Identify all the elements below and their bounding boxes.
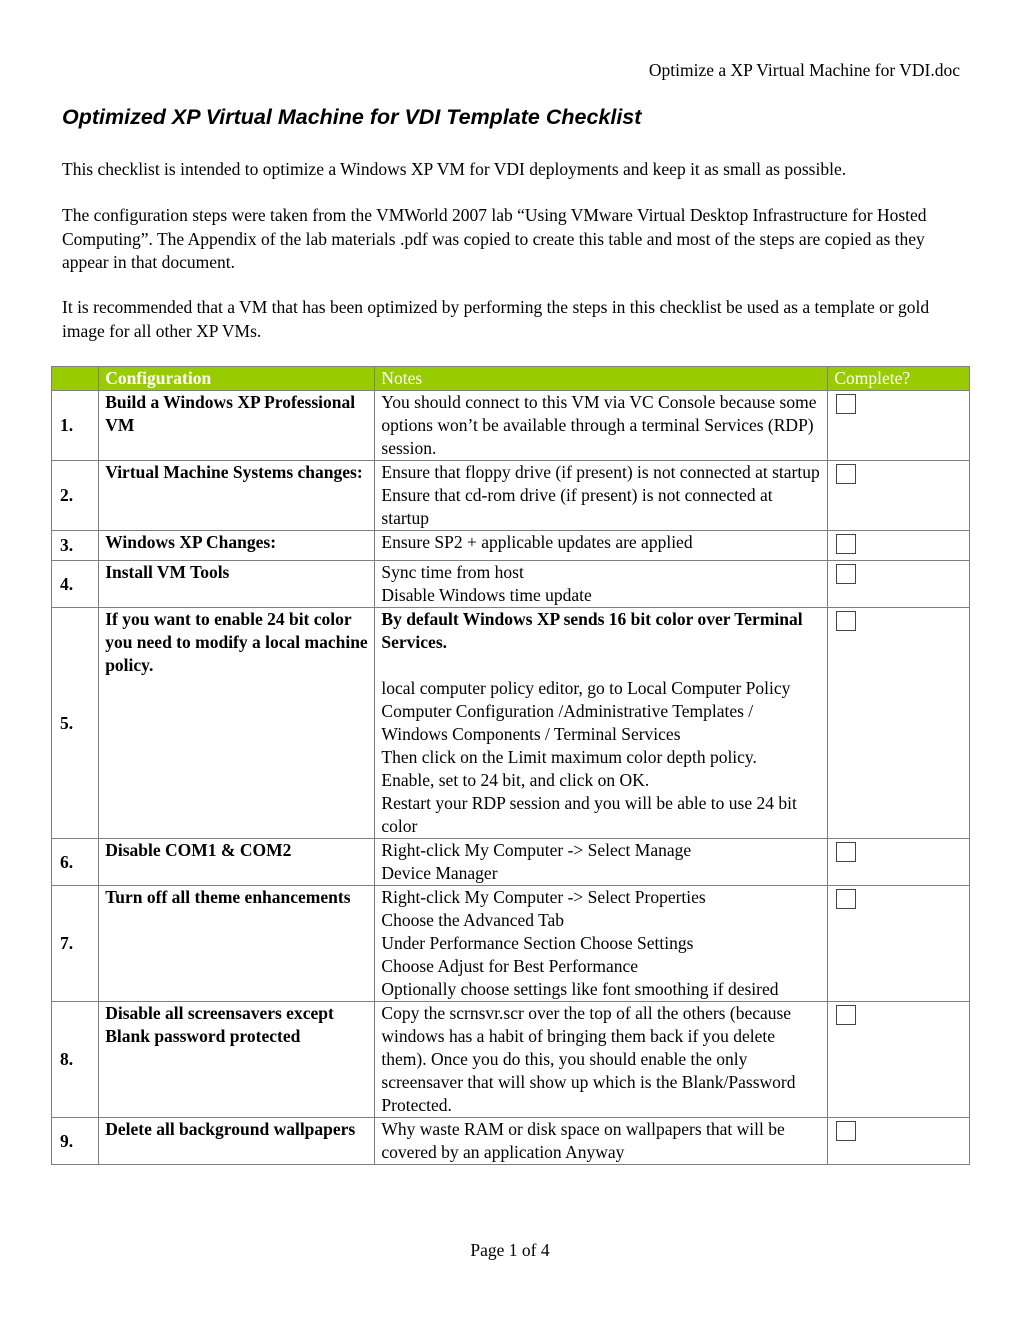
checklist-table: Configuration Notes Complete? 1. Build a … bbox=[50, 366, 970, 1165]
complete-checkbox[interactable] bbox=[836, 534, 857, 554]
document-header: Optimize a XP Virtual Machine for VDI.do… bbox=[648, 60, 960, 80]
intro-paragraph: It is recommended that a VM that has bee… bbox=[62, 297, 930, 341]
notes-line: Enable, set to 24 bit, and click on OK. bbox=[381, 770, 650, 790]
complete-checkbox[interactable] bbox=[836, 1005, 857, 1025]
step-configuration: Disable COM1 & COM2 bbox=[98, 838, 376, 886]
notes-line: Optionally choose settings like font smo… bbox=[381, 979, 779, 999]
step-configuration: Install VM Tools bbox=[98, 560, 376, 608]
step-number: 9. bbox=[50, 1117, 100, 1165]
notes-line: Sync time from host bbox=[381, 562, 524, 582]
table-row: 5. If you want to enable 24 bit color you… bbox=[50, 607, 970, 839]
intro-paragraph: This checklist is intended to optimize a… bbox=[62, 159, 847, 179]
complete-cell bbox=[827, 838, 970, 886]
step-notes: Why waste RAM or disk space on wallpaper… bbox=[374, 1117, 829, 1165]
step-notes: By default Windows XP sends 16 bit color… bbox=[374, 607, 829, 839]
complete-cell bbox=[827, 885, 970, 1002]
column-header-number bbox=[50, 366, 100, 391]
step-notes: Copy the scrnsvr.scr over the top of all… bbox=[374, 1001, 829, 1118]
notes-line: Computer Configuration /Administrative T… bbox=[381, 701, 754, 744]
table-row: 7. Turn off all theme enhancements Right-c… bbox=[50, 885, 970, 1002]
column-header-complete: Complete? bbox=[827, 366, 970, 391]
notes-line: Choose Adjust for Best Performance bbox=[381, 956, 639, 976]
step-number: 1. bbox=[50, 390, 100, 461]
step-notes: Sync time from host Disable Windows time … bbox=[374, 560, 829, 608]
notes-line: Ensure that cd-rom drive (if present) is… bbox=[381, 485, 773, 528]
step-notes: Ensure that floppy drive (if present) is… bbox=[374, 460, 829, 531]
complete-checkbox[interactable] bbox=[836, 564, 857, 584]
complete-checkbox[interactable] bbox=[836, 842, 857, 862]
step-notes: Ensure SP2 + applicable updates are appl… bbox=[374, 530, 829, 561]
table-row: 6. Disable COM1 & COM2 Right-click My Comp… bbox=[50, 838, 970, 886]
complete-cell bbox=[827, 560, 970, 608]
step-number: 5. bbox=[50, 607, 100, 839]
page-title: Optimized XP Virtual Machine for VDI Tem… bbox=[62, 105, 642, 129]
step-number: 7. bbox=[50, 885, 100, 1002]
notes-line: Ensure SP2 + applicable updates are appl… bbox=[381, 532, 693, 552]
step-number: 4. bbox=[50, 560, 100, 608]
notes-line: Under Performance Section Choose Setting… bbox=[381, 933, 694, 953]
table-row: 3. Windows XP Changes: Ensure SP2 + applic… bbox=[50, 530, 970, 561]
notes-line: Ensure that floppy drive (if present) is… bbox=[381, 462, 820, 482]
page-number: Page 1 of 4 bbox=[470, 1240, 550, 1260]
notes-line: Copy the scrnsvr.scr over the top of all… bbox=[381, 1003, 796, 1115]
complete-cell bbox=[827, 607, 970, 839]
table-row: 4. Install VM Tools Sync time from host Dis… bbox=[50, 560, 970, 608]
notes-line: Why waste RAM or disk space on wallpaper… bbox=[381, 1119, 785, 1162]
step-configuration: Virtual Machine Systems changes: bbox=[98, 460, 376, 531]
step-number: 2. bbox=[50, 460, 100, 531]
step-configuration: Windows XP Changes: bbox=[98, 530, 376, 561]
table-row: 8. Disable all screensavers except Blank … bbox=[50, 1001, 970, 1118]
step-configuration: Disable all screensavers except Blank pa… bbox=[98, 1001, 376, 1118]
complete-cell bbox=[827, 530, 970, 561]
notes-line: Right-click My Computer -> Select Proper… bbox=[381, 887, 706, 907]
complete-checkbox[interactable] bbox=[836, 889, 857, 909]
notes-line: You should connect to this VM via VC Con… bbox=[381, 392, 817, 458]
complete-checkbox[interactable] bbox=[836, 1121, 857, 1141]
step-configuration: Turn off all theme enhancements bbox=[98, 885, 376, 1002]
notes-spacer bbox=[381, 654, 821, 677]
step-notes: You should connect to this VM via VC Con… bbox=[374, 390, 829, 461]
notes-line: Choose the Advanced Tab bbox=[381, 910, 565, 930]
step-configuration: Delete all background wallpapers bbox=[98, 1117, 376, 1165]
step-notes: Right-click My Computer -> Select Proper… bbox=[374, 885, 829, 1002]
complete-cell bbox=[827, 460, 970, 531]
table-header-row: Configuration Notes Complete? bbox=[50, 366, 970, 391]
step-number: 3. bbox=[50, 530, 100, 561]
complete-cell bbox=[827, 1001, 970, 1118]
step-configuration: Build a Windows XP Professional VM bbox=[98, 390, 376, 461]
complete-checkbox[interactable] bbox=[836, 394, 857, 414]
notes-line: Right-click My Computer -> Select Manage bbox=[381, 840, 692, 860]
table-row: 1. Build a Windows XP Professional VM You … bbox=[50, 390, 970, 461]
complete-cell bbox=[827, 1117, 970, 1165]
table-row: 9. Delete all background wallpapers Why wa… bbox=[50, 1117, 970, 1165]
complete-cell bbox=[827, 390, 970, 461]
step-notes: Right-click My Computer -> Select Manage… bbox=[374, 838, 829, 886]
column-header-configuration: Configuration bbox=[98, 366, 376, 391]
complete-checkbox[interactable] bbox=[836, 611, 857, 631]
notes-line: Restart your RDP session and you will be… bbox=[381, 793, 797, 836]
notes-line: Device Manager bbox=[381, 863, 498, 883]
notes-line: local computer policy editor, go to Loca… bbox=[381, 678, 791, 698]
notes-line: Disable Windows time update bbox=[381, 585, 592, 605]
complete-checkbox[interactable] bbox=[836, 464, 857, 484]
intro-paragraph: The configuration steps were taken from … bbox=[62, 205, 927, 272]
notes-line: Then click on the Limit maximum color de… bbox=[381, 747, 757, 767]
step-number: 6. bbox=[50, 838, 100, 886]
step-number: 8. bbox=[50, 1001, 100, 1118]
column-header-notes: Notes bbox=[374, 366, 829, 391]
notes-bold-line: By default Windows XP sends 16 bit color… bbox=[381, 609, 803, 652]
step-configuration: If you want to enable 24 bit color you n… bbox=[98, 607, 376, 839]
table-row: 2. Virtual Machine Systems changes: Ensure… bbox=[50, 460, 970, 531]
